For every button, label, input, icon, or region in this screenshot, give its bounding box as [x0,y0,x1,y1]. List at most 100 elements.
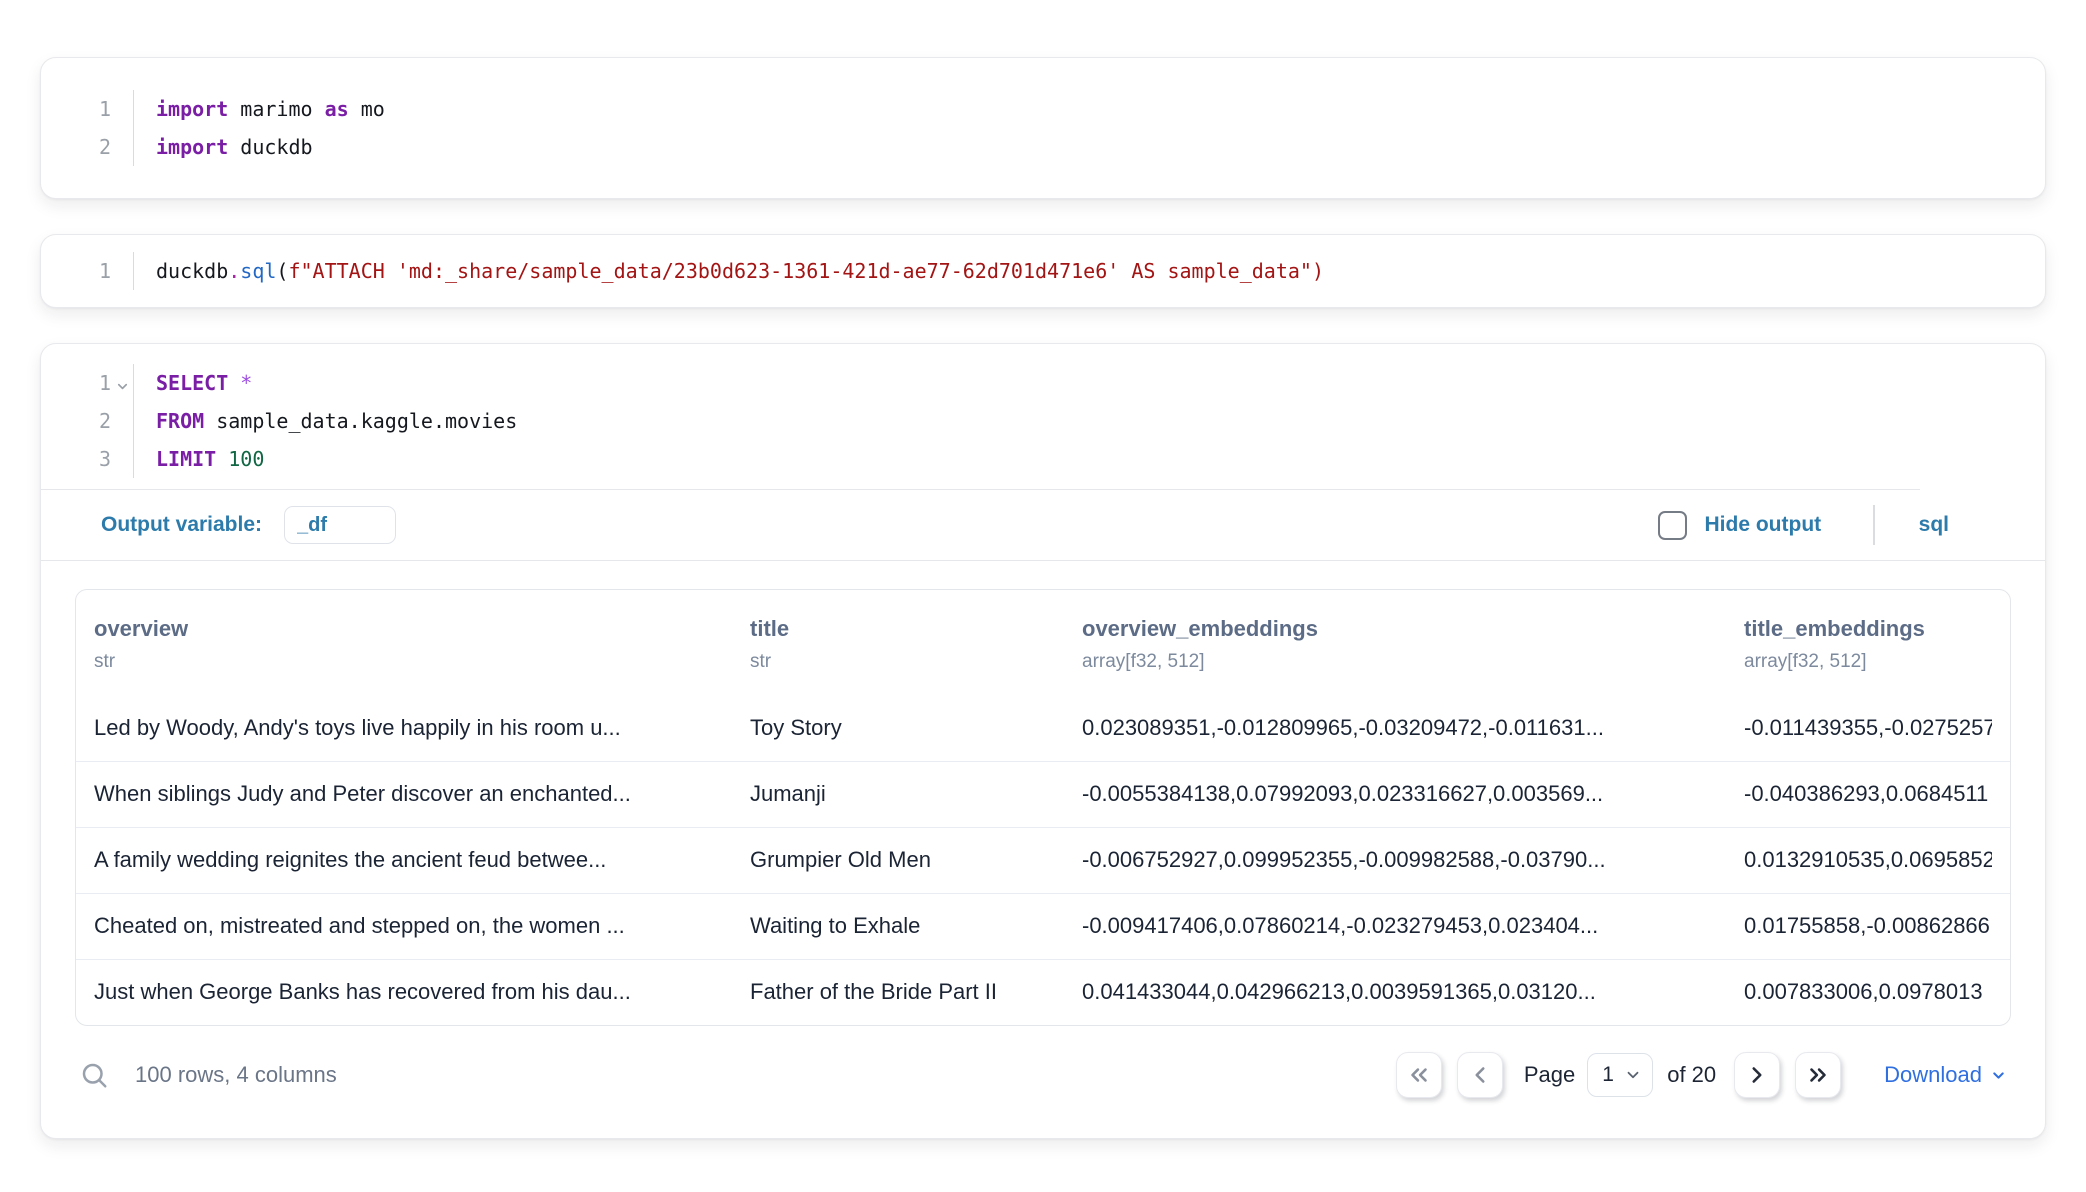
table-cell: Cheated on, mistreated and stepped on, t… [76,893,732,959]
code-token: marimo [228,97,324,121]
code-line[interactable]: duckdb.sql(f"ATTACH 'md:_share/sample_da… [156,252,2045,290]
column-header-title_embeddings[interactable]: title_embeddingsarray[f32, 512] [1726,590,2010,695]
download-button[interactable]: Download [1884,1062,2007,1088]
search-icon[interactable] [79,1060,109,1090]
hide-output-label[interactable]: Hide output [1705,513,1822,537]
download-label: Download [1884,1062,1982,1088]
table-cell: -0.0055384138,0.07992093,0.023316627,0.0… [1064,761,1726,827]
column-header-overview_embeddings[interactable]: overview_embeddings array[f32, 512] [1064,590,1726,695]
table-footer: 100 rows, 4 columns Page 1 [75,1026,2011,1138]
table-row: Just when George Banks has recovered fro… [76,959,2010,1025]
chevron-down-icon [1990,1067,2007,1084]
line-number-gutter: 123 [41,364,133,478]
page-select[interactable]: 1 [1587,1053,1653,1097]
hide-output-checkbox[interactable] [1658,511,1687,540]
fold-slot [111,106,133,112]
meta-divider [1873,505,1875,545]
table-cell: 0.0132910535,0.0695852 [1726,827,2010,893]
cell-text: -0.011439355,-0.0275257 [1744,715,1992,741]
code-token: sample_data.kaggle.movies [204,409,517,433]
code-token: import [156,97,228,121]
code-token: . [228,259,240,283]
fold-slot [111,456,133,462]
sql-cell-meta-row: Output variable: Hide output sql [41,490,2045,560]
output-variable-input[interactable] [284,506,396,544]
column-type: array[f32, 512] [1744,651,1992,673]
result-table: overviewstrtitlestroverview_embeddingsar… [76,590,2010,1025]
code-token: 100 [228,447,264,471]
notebook-cell-sql: 123SELECT *FROM sample_data.kaggle.movie… [40,343,2046,1139]
code-token [216,447,228,471]
column-header-title[interactable]: titlestr [732,590,1064,695]
table-cell: Grumpier Old Men [732,827,1064,893]
cell-text: 0.0132910535,0.0695852 [1744,847,1992,873]
first-page-button[interactable] [1396,1052,1442,1098]
code-editor[interactable]: 12 import marimo as moimport duckdb [41,58,2045,198]
column-name: overview_embeddings [1082,616,1708,642]
code-line[interactable]: FROM sample_data.kaggle.movies [156,402,2045,440]
code-token: FROM [156,409,204,433]
next-page-button[interactable] [1734,1052,1780,1098]
code-editor[interactable]: 123SELECT *FROM sample_data.kaggle.movie… [41,344,2045,489]
table-cell: When siblings Judy and Peter discover an… [76,761,732,827]
previous-page-button[interactable] [1457,1052,1503,1098]
notebook-cell-attach: 1 duckdb.sql(f"ATTACH 'md:_share/sample_d… [40,234,2046,308]
page-label: Page [1524,1062,1575,1088]
line-number: 1 [99,90,111,128]
code-line[interactable]: LIMIT 100 [156,440,2045,478]
cell-text: -0.0055384138,0.07992093,0.023316627,0.0… [1082,781,1708,807]
gutter-row: 2 [99,402,133,440]
table-row: A family wedding reignites the ancient f… [76,827,2010,893]
fold-chevron-icon[interactable] [111,373,133,394]
code-line[interactable]: import duckdb [156,128,2045,166]
table-row: Led by Woody, Andy's toys live happily i… [76,695,2010,761]
cell-output-area: overviewstrtitlestroverview_embeddingsar… [41,561,2045,1138]
page-select-value: 1 [1602,1063,1614,1087]
chevrons-left-icon [1406,1062,1432,1088]
table-cell: -0.040386293,0.0684511 [1726,761,2010,827]
column-name: overview [94,616,714,642]
code-token: duckdb [228,135,312,159]
code-token: sql [240,259,276,283]
cell-text: Waiting to Exhale [750,913,1046,939]
cell-text: 0.041433044,0.042966213,0.0039591365,0.0… [1082,979,1708,1005]
table-cell: 0.041433044,0.042966213,0.0039591365,0.0… [1064,959,1726,1025]
fold-slot [111,418,133,424]
chevron-down-icon [1624,1066,1642,1084]
line-number-gutter: 12 [41,90,133,166]
cell-text: -0.006752927,0.099952355,-0.009982588,-0… [1082,847,1708,873]
code-line[interactable]: import marimo as mo [156,90,2045,128]
gutter-row: 1 [99,90,133,128]
chevron-left-icon [1467,1062,1493,1088]
cell-text: Toy Story [750,715,1046,741]
line-number: 3 [99,440,111,478]
column-type: str [750,651,1046,673]
code-line[interactable]: SELECT * [156,364,2045,402]
code-token: mo [349,97,385,121]
notebook-page: 12import marimo as moimport duckdb 1duck… [0,0,2086,1139]
last-page-button[interactable] [1795,1052,1841,1098]
cell-text: When siblings Judy and Peter discover an… [94,781,714,807]
cell-text: -0.009417406,0.07860214,-0.023279453,0.0… [1082,913,1708,939]
column-type: array[f32, 512] [1082,651,1708,673]
code-token: SELECT [156,371,228,395]
language-label[interactable]: sql [1919,513,1949,537]
table-cell: 0.023089351,-0.012809965,-0.03209472,-0.… [1064,695,1726,761]
output-variable-label: Output variable: [101,513,262,537]
cell-text: Jumanji [750,781,1046,807]
table-cell: 0.01755858,-0.00862866 [1726,893,2010,959]
code-editor[interactable]: 1 duckdb.sql(f"ATTACH 'md:_share/sample_d… [41,235,2045,307]
pagination: Page 1 of 20 [1396,1052,2007,1098]
table-cell: Toy Story [732,695,1064,761]
table-cell: A family wedding reignites the ancient f… [76,827,732,893]
line-number: 1 [99,252,111,290]
code-token: duckdb [156,259,228,283]
table-header: overviewstrtitlestroverview_embeddingsar… [76,590,2010,695]
cell-text: Cheated on, mistreated and stepped on, t… [94,913,714,939]
table-cell: 0.007833006,0.0978013 [1726,959,2010,1025]
column-header-overview[interactable]: overviewstr [76,590,732,695]
code-token [228,371,240,395]
cell-text: Grumpier Old Men [750,847,1046,873]
table-row: When siblings Judy and Peter discover an… [76,761,2010,827]
code-token: ( [276,259,288,283]
